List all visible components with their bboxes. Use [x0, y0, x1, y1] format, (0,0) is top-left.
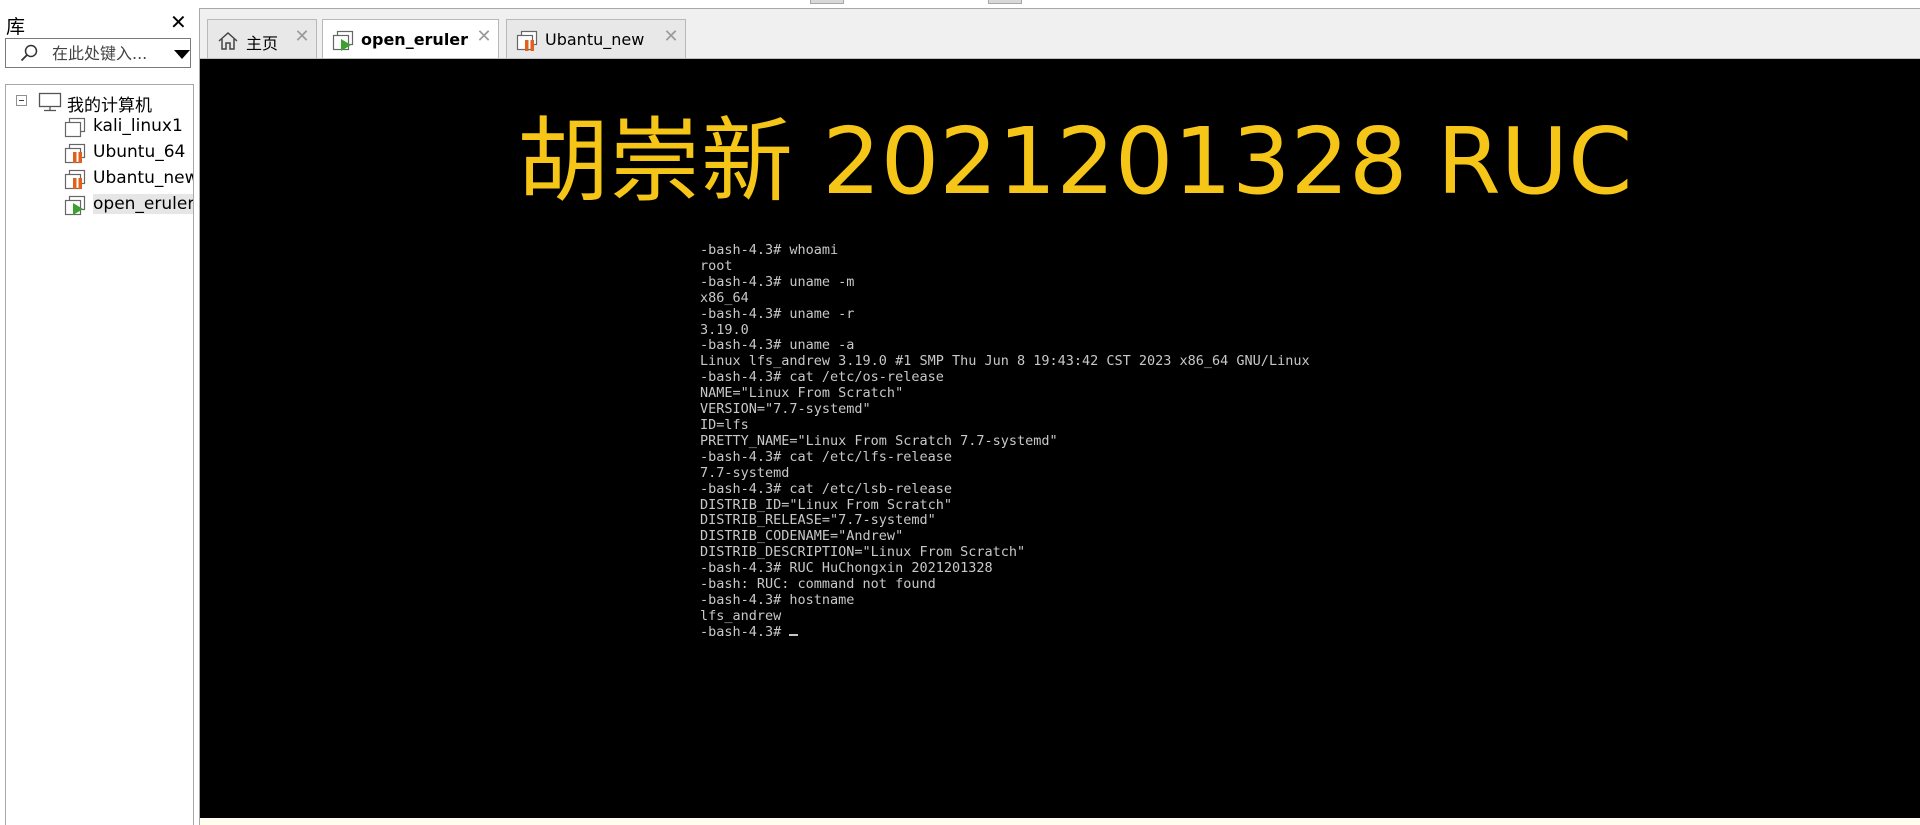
terminal-line: -bash-4.3# cat /etc/lsb-release — [700, 480, 952, 497]
vm-console-screen[interactable]: 胡崇新 2021201328 RUC -bash-4.3# whoami roo… — [200, 58, 1920, 818]
terminal-line: lfs_andrew — [700, 607, 782, 624]
terminal-line: -bash-4.3# uname -r — [700, 305, 855, 322]
library-close-icon[interactable]: ✕ — [170, 11, 187, 33]
terminal-line: -bash-4.3# uname -m — [700, 273, 855, 290]
vm-running-icon — [332, 30, 354, 51]
collapse-icon[interactable] — [16, 95, 27, 106]
terminal-line: DISTRIB_ID="Linux From Scratch" — [700, 496, 952, 513]
library-header: 库 ✕ — [0, 8, 197, 38]
close-icon[interactable]: ✕ — [662, 28, 680, 46]
tab-label: open_eruler — [361, 30, 469, 49]
tab-open-eruler[interactable]: open_eruler ✕ — [322, 19, 499, 60]
vm-suspended-icon — [516, 30, 538, 51]
terminal-line: NAME="Linux From Scratch" — [700, 385, 904, 402]
terminal-line: -bash-4.3# cat /etc/os-release — [700, 369, 944, 386]
terminal-line: 3.19.0 — [700, 321, 749, 338]
terminal-line: Linux lfs_andrew 3.19.0 #1 SMP Thu Jun 8… — [700, 353, 1310, 370]
toolbar-handle — [810, 0, 844, 4]
tree-item-label: kali_linux1 — [93, 116, 183, 136]
vm-icon — [64, 117, 86, 138]
search-dropdown-icon[interactable] — [174, 50, 190, 59]
terminal-line: -bash-4.3# RUC HuChongxin 2021201328 — [700, 560, 993, 577]
terminal-line: -bash-4.3# whoami — [700, 242, 839, 258]
terminal-line: root — [700, 257, 733, 274]
tab-home[interactable]: 主页 ✕ — [207, 19, 317, 59]
tree-item-kali-linux1[interactable]: kali_linux1 — [6, 115, 192, 139]
tab-ubantu-new[interactable]: Ubantu_new ✕ — [506, 19, 686, 59]
terminal-line: VERSION="7.7-systemd" — [700, 401, 871, 418]
terminal-line: ID=lfs — [700, 416, 749, 433]
terminal-line: -bash-4.3# cat /etc/lfs-release — [700, 448, 952, 465]
toolbar-handle — [988, 0, 1022, 4]
tree-root-label: 我的计算机 — [67, 96, 152, 116]
tab-label: 主页 — [246, 34, 279, 53]
window-top-strip — [0, 0, 1920, 8]
terminal-line: -bash-4.3# hostname — [700, 591, 855, 608]
console-bottom-strip — [200, 818, 1920, 825]
close-icon[interactable]: ✕ — [293, 28, 311, 46]
terminal-line: PRETTY_NAME="Linux From Scratch 7.7-syst… — [700, 432, 1058, 449]
terminal-line: x86_64 — [700, 289, 749, 306]
terminal-line: -bash-4.3# uname -a — [700, 337, 855, 354]
library-title: 库 — [6, 16, 26, 38]
computer-icon — [38, 92, 62, 112]
tree-item-label: open_eruler — [93, 194, 194, 214]
tree-item-label: Ubantu_new — [93, 168, 194, 188]
close-icon[interactable]: ✕ — [475, 28, 493, 46]
terminal-line: DISTRIB_RELEASE="7.7-systemd" — [700, 512, 936, 529]
terminal-line: -bash: RUC: command not found — [700, 576, 936, 593]
terminal-line: 7.7-systemd — [700, 464, 790, 481]
tree-item-open-eruler[interactable]: open_eruler — [6, 193, 194, 217]
terminal-cursor — [789, 633, 799, 636]
tab-label: Ubantu_new — [545, 30, 645, 49]
tree-item-label: Ubuntu_64 — [93, 142, 186, 162]
library-search-box[interactable] — [5, 38, 191, 68]
terminal-output: -bash-4.3# whoami root -bash-4.3# uname … — [700, 242, 1310, 641]
terminal-line: DISTRIB_CODENAME="Andrew" — [700, 528, 904, 545]
terminal-line: -bash-4.3# — [700, 623, 790, 640]
vm-suspended-icon — [64, 143, 86, 164]
vm-running-icon — [64, 195, 86, 216]
vm-suspended-icon — [64, 169, 86, 190]
main-area: 主页 ✕ open_eruler ✕ Ubantu_new ✕ 胡崇新 2021… — [199, 8, 1920, 825]
search-icon — [20, 44, 38, 62]
terminal-line: DISTRIB_DESCRIPTION="Linux From Scratch" — [700, 544, 1026, 561]
library-search-input[interactable] — [52, 42, 162, 64]
tree-item-ubuntu-64[interactable]: Ubuntu_64 — [6, 141, 192, 165]
library-tree: 我的计算机 kali_linux1 Ubuntu_64 Ubantu_new o… — [5, 84, 194, 825]
home-icon — [218, 31, 238, 50]
tree-item-ubantu-new[interactable]: Ubantu_new — [6, 167, 194, 191]
overlay-title-text: 胡崇新 2021201328 RUC — [517, 108, 1633, 215]
tab-bar: 主页 ✕ open_eruler ✕ Ubantu_new ✕ — [200, 8, 1920, 60]
tree-root-my-computer[interactable]: 我的计算机 — [6, 89, 192, 116]
